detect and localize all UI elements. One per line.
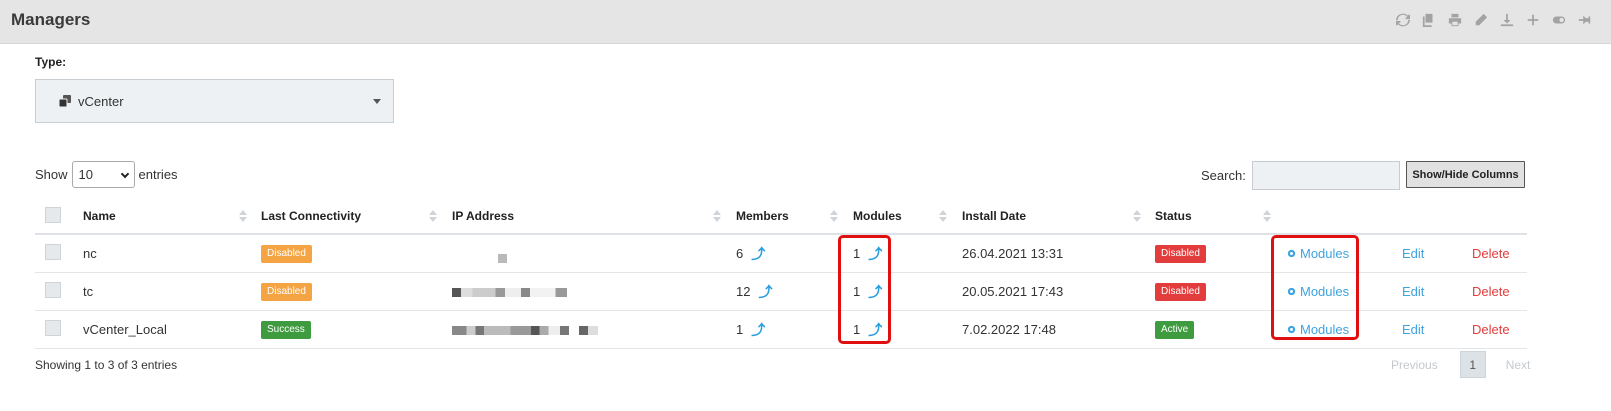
header-members[interactable]: Members: [736, 199, 853, 235]
cell-install-date: 26.04.2021 13:31: [962, 234, 1155, 273]
drill-arrow-icon[interactable]: ⤴: [751, 244, 765, 264]
table-header-row: Name Last Connectivity IP Address Member…: [35, 199, 1527, 235]
header-install-date[interactable]: Install Date: [962, 199, 1155, 235]
select-all-header: [35, 199, 83, 235]
sort-icon: [429, 210, 437, 224]
sort-icon: [1133, 210, 1141, 224]
toggle-icon[interactable]: [1551, 12, 1567, 28]
sort-icon: [239, 210, 247, 224]
download-icon[interactable]: [1499, 12, 1515, 28]
cell-members: 6 ⤴: [736, 234, 853, 273]
cell-ip-address-redacted: [452, 234, 736, 273]
connectivity-badge: Disabled: [261, 244, 312, 263]
delete-link[interactable]: Delete: [1472, 284, 1510, 299]
show-hide-columns-button[interactable]: Show/Hide Columns: [1406, 161, 1525, 188]
status-badge: Active: [1155, 320, 1195, 339]
sort-icon: [713, 210, 721, 224]
edit-link[interactable]: Edit: [1402, 284, 1424, 299]
cell-install-date: 20.05.2021 17:43: [962, 272, 1155, 311]
entries-select[interactable]: 10: [71, 161, 135, 188]
cell-install-date: 7.02.2022 17:48: [962, 310, 1155, 349]
table-info: Showing 1 to 3 of 3 entries: [35, 358, 178, 372]
delete-link[interactable]: Delete: [1472, 322, 1510, 337]
cell-name: nc: [83, 234, 261, 273]
search-input[interactable]: [1251, 161, 1400, 190]
page-1-button[interactable]: 1: [1459, 351, 1486, 378]
length-control: Show 10 entries: [35, 161, 178, 188]
entries-select-value: 10: [78, 167, 93, 182]
sort-icon: [830, 210, 838, 224]
show-label: Show: [35, 167, 68, 182]
refresh-icon[interactable]: [1395, 12, 1411, 28]
page-title: Managers: [11, 10, 91, 29]
sort-icon: [1263, 210, 1271, 224]
connectivity-badge: Disabled: [261, 282, 312, 301]
cell-name: vCenter_Local: [83, 310, 261, 349]
drill-arrow-icon[interactable]: ⤴: [751, 320, 765, 340]
page-header: Managers: [0, 0, 1611, 44]
connectivity-badge: Success: [261, 320, 311, 339]
cell-ip-address-redacted: [452, 310, 736, 349]
previous-button[interactable]: Previous: [1391, 358, 1438, 372]
type-select[interactable]: vCenter: [35, 79, 394, 123]
edit-icon[interactable]: [1473, 12, 1489, 28]
status-badge: Disabled: [1155, 282, 1206, 301]
cell-members: 12 ⤴: [736, 272, 853, 311]
header-ip-address[interactable]: IP Address: [452, 199, 736, 235]
status-badge: Disabled: [1155, 244, 1206, 263]
pagination: Previous 1 Next: [1391, 351, 1530, 378]
edit-link[interactable]: Edit: [1402, 246, 1424, 261]
drill-arrow-icon[interactable]: ⤴: [758, 282, 772, 302]
header-last-connectivity[interactable]: Last Connectivity: [261, 199, 452, 235]
header-toolbar: [1395, 12, 1593, 28]
modules-count-highlight: [838, 235, 891, 344]
vcenter-icon: [58, 95, 71, 108]
sort-icon: [939, 210, 947, 224]
header-actions-edit: [1402, 199, 1472, 235]
row-checkbox[interactable]: [45, 281, 61, 298]
modules-link-highlight: [1271, 235, 1359, 340]
header-modules[interactable]: Modules: [853, 199, 962, 235]
search-label: Search:: [1201, 168, 1246, 183]
cell-members: 1 ⤴: [736, 310, 853, 349]
search-control: Search:: [1201, 161, 1400, 190]
header-actions-delete: [1472, 199, 1527, 235]
type-select-value: vCenter: [78, 93, 124, 109]
print-icon[interactable]: [1447, 12, 1463, 28]
header-status[interactable]: Status: [1155, 199, 1286, 235]
chevron-down-icon: [120, 169, 129, 179]
edit-link[interactable]: Edit: [1402, 322, 1424, 337]
plus-icon[interactable]: [1525, 12, 1541, 28]
delete-link[interactable]: Delete: [1472, 246, 1510, 261]
copy-icon[interactable]: [1421, 12, 1437, 28]
cell-ip-address-redacted: [452, 272, 736, 311]
header-actions-modules: [1286, 199, 1402, 235]
entries-label: entries: [138, 167, 178, 182]
next-button[interactable]: Next: [1506, 358, 1531, 372]
row-checkbox[interactable]: [45, 243, 61, 260]
cell-name: tc: [83, 272, 261, 311]
row-checkbox[interactable]: [45, 319, 61, 336]
type-label: Type:: [35, 55, 67, 69]
select-all-checkbox[interactable]: [45, 206, 61, 223]
header-name[interactable]: Name: [83, 199, 261, 235]
chevron-down-icon: [373, 99, 381, 104]
pin-icon[interactable]: [1577, 12, 1593, 28]
